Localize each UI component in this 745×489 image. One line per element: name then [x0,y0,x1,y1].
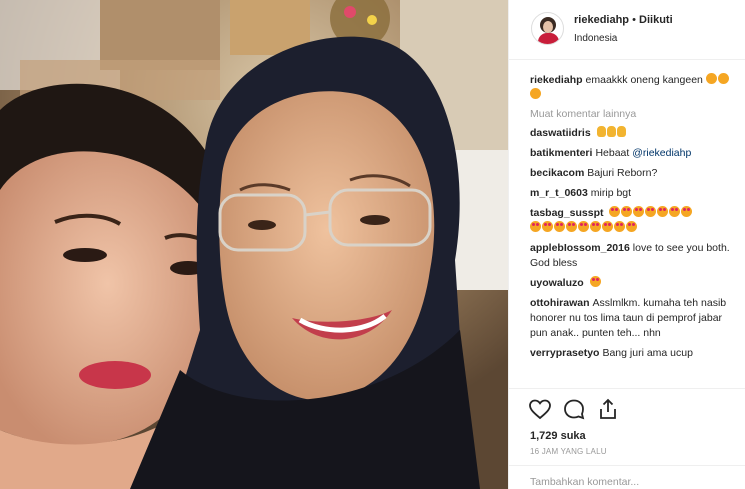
smile-emoji-icon [717,73,729,84]
smile-emoji-icon [530,88,541,99]
heart-eyes-emoji-icon [614,221,625,232]
heart-eyes-emoji-icon [657,206,669,217]
smile-emoji-icon [705,73,717,84]
caption-text: emaakkk oneng kangeen [585,74,703,86]
comment-username[interactable]: m_r_t_0603 [530,187,588,199]
comment-item: applebIossom_2016 love to see you both. G… [530,241,740,271]
caption-username[interactable]: riekediahp [530,74,583,86]
post-sidebar: riekediahp • Diikuti Indonesia riekediah… [508,0,745,489]
comment-username[interactable]: uyowaluzo [530,277,584,289]
instagram-post-window: riekediahp • Diikuti Indonesia riekediah… [0,0,745,489]
separator-dot: • [632,14,636,26]
heart-eyes-emoji-icon [578,221,589,232]
comment-username[interactable]: tasbag_susspt [530,207,604,219]
heart-icon[interactable] [528,397,552,421]
comment-item: m_r_t_0603 mirip bgt [530,186,740,201]
comment-icon[interactable] [562,397,586,421]
heart-eyes-emoji-icon [542,221,553,232]
heart-eyes-emoji-icon [589,276,601,287]
ok-hand-emoji-icon [596,126,606,137]
comment-text: Bajuri Reborn? [587,167,658,179]
load-more-comments-button[interactable]: Muat komentar lainnya [530,108,740,120]
header-user-line: riekediahp • Diikuti [574,14,673,26]
add-comment-input[interactable]: Tambahkan komentar... [509,465,745,489]
muscle-emoji-icon [616,126,626,137]
heart-eyes-emoji-icon [633,206,645,217]
comment-username[interactable]: becikacom [530,167,584,179]
caption: riekediahp emaakkk oneng kangeen [530,73,740,103]
comment-username[interactable]: daswatiidris [530,127,591,139]
comment-username[interactable]: batikmenteri [530,147,592,159]
heart-eyes-emoji-icon [645,206,657,217]
clap-emoji-icon [606,126,616,137]
share-icon[interactable] [596,397,620,421]
username-link[interactable]: riekediahp [574,14,629,26]
heart-eyes-emoji-icon [621,206,633,217]
comment-text: Bang juri ama ucup [602,347,693,359]
comment-item: tasbag_susspt [530,206,740,236]
heart-eyes-emoji-icon [554,221,565,232]
comment-username[interactable]: applebIossom_2016 [530,242,630,254]
comment-item: daswatiidris [530,126,740,141]
post-photo[interactable] [0,0,508,489]
heart-eyes-emoji-icon [566,221,577,232]
comment-username[interactable]: ottohirawan [530,297,590,309]
comment-item: verryprasetyo Bang juri ama ucup [530,346,740,361]
post-actions: 1,729 suka 16 JAM YANG LALU Tambahkan ko… [509,388,745,489]
comment-text: Hebaat [595,147,630,159]
heart-eyes-emoji-icon [530,221,541,232]
heart-eyes-emoji-icon [609,206,621,217]
follow-status-button[interactable]: Diikuti [639,14,673,26]
mention-link[interactable]: @riekediahp [632,147,691,159]
likes-count[interactable]: 1,729 suka [530,430,586,442]
comment-item: batikmenteri Hebaat @riekediahp [530,146,740,161]
heart-eyes-emoji-icon [669,206,681,217]
timestamp: 16 JAM YANG LALU [530,447,607,456]
comment-item: uyowaluzo [530,276,740,291]
comment-username[interactable]: verryprasetyo [530,347,599,359]
selfie-image [0,0,508,489]
comment-text: mirip bgt [590,187,632,199]
comment-item: ottohirawan Asslmlkm. kumaha teh nasib ho… [530,296,740,341]
heart-eyes-emoji-icon [602,221,613,232]
comments-list[interactable]: riekediahp emaakkk oneng kangeen Muat kom… [509,61,745,388]
location-link[interactable]: Indonesia [574,33,617,44]
post-header: riekediahp • Diikuti Indonesia [509,0,745,60]
comment-item: becikacom Bajuri Reborn? [530,166,740,181]
heart-eyes-emoji-icon [626,221,637,232]
heart-eyes-emoji-icon [590,221,601,232]
heart-eyes-emoji-icon [681,206,693,217]
avatar[interactable] [531,12,564,45]
